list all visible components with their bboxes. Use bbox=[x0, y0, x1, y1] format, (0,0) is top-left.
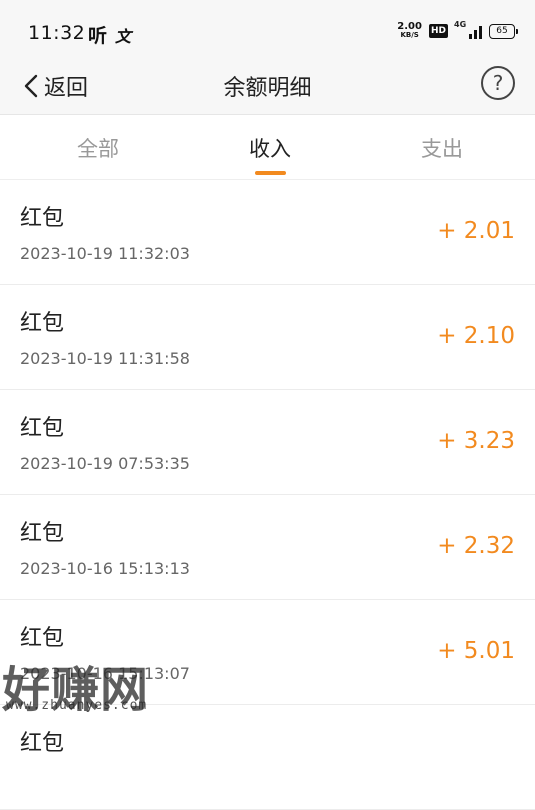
transaction-list: 红包 2023-10-19 11:32:03 + 2.01 红包 2023-10… bbox=[0, 180, 535, 810]
transaction-row[interactable]: 红包 2023-10-19 11:32:03 + 2.01 bbox=[0, 180, 535, 285]
transaction-time: 2023-10-16 15:13:13 bbox=[20, 559, 190, 578]
transaction-title: 红包 bbox=[20, 311, 65, 336]
status-time: 11:32 bbox=[28, 22, 86, 44]
tab-expense[interactable]: 支出 bbox=[382, 133, 502, 163]
transaction-amount: + 2.01 bbox=[437, 218, 515, 244]
battery-icon: 65 bbox=[489, 23, 518, 39]
transaction-row[interactable]: 红包 2023-10-19 07:53:35 + 3.23 bbox=[0, 390, 535, 495]
tab-income[interactable]: 收入 bbox=[210, 133, 330, 163]
status-indicators: 2.00 KB/S HD 4G 65 bbox=[397, 20, 518, 40]
transaction-time: 2023-10-19 11:32:03 bbox=[20, 244, 190, 263]
transaction-row[interactable]: 红包 2023-10-19 11:31:58 + 2.10 bbox=[0, 285, 535, 390]
transaction-title: 红包 bbox=[20, 626, 65, 651]
transaction-amount: + 5.01 bbox=[437, 638, 515, 664]
active-tab-indicator bbox=[255, 171, 286, 175]
transaction-time: 2023-10-19 11:31:58 bbox=[20, 349, 190, 368]
transaction-row[interactable]: 红包 bbox=[0, 705, 535, 810]
transaction-amount: + 2.10 bbox=[437, 323, 515, 349]
network-speed: 2.00 KB/S bbox=[397, 22, 422, 40]
transaction-time: 2023-10-16 15:13:07 bbox=[20, 664, 190, 683]
nav-bar: 返回 余额明细 ? bbox=[0, 62, 535, 115]
tab-bar: 全部 收入 支出 bbox=[0, 115, 535, 180]
signal-type-label: 4G bbox=[454, 20, 467, 29]
signal-icon: 4G bbox=[454, 20, 482, 39]
network-speed-unit: KB/S bbox=[400, 31, 419, 39]
status-bar: 11:32 听文 2.00 KB/S HD 4G 65 bbox=[0, 0, 535, 62]
page-title: 余额明细 bbox=[223, 76, 312, 101]
transaction-row[interactable]: 红包 2023-10-16 15:13:13 + 2.32 bbox=[0, 495, 535, 600]
network-speed-value: 2.00 bbox=[397, 21, 422, 32]
hd-icon: HD bbox=[428, 24, 448, 38]
tab-all[interactable]: 全部 bbox=[38, 133, 158, 163]
text-app-icon: 文 bbox=[115, 27, 132, 46]
transaction-row[interactable]: 红包 2023-10-16 15:13:07 + 5.01 bbox=[0, 600, 535, 705]
status-app-icons: 听文 bbox=[88, 21, 131, 48]
listen-app-icon: 听 bbox=[88, 25, 108, 47]
transaction-title: 红包 bbox=[20, 416, 65, 441]
transaction-time: 2023-10-19 07:53:35 bbox=[20, 454, 190, 473]
transaction-amount: + 3.23 bbox=[437, 428, 515, 454]
transaction-title: 红包 bbox=[20, 206, 65, 231]
transaction-amount: + 2.32 bbox=[437, 533, 515, 559]
transaction-title: 红包 bbox=[20, 521, 65, 546]
transaction-title: 红包 bbox=[20, 731, 65, 756]
help-icon[interactable]: ? bbox=[481, 66, 515, 100]
